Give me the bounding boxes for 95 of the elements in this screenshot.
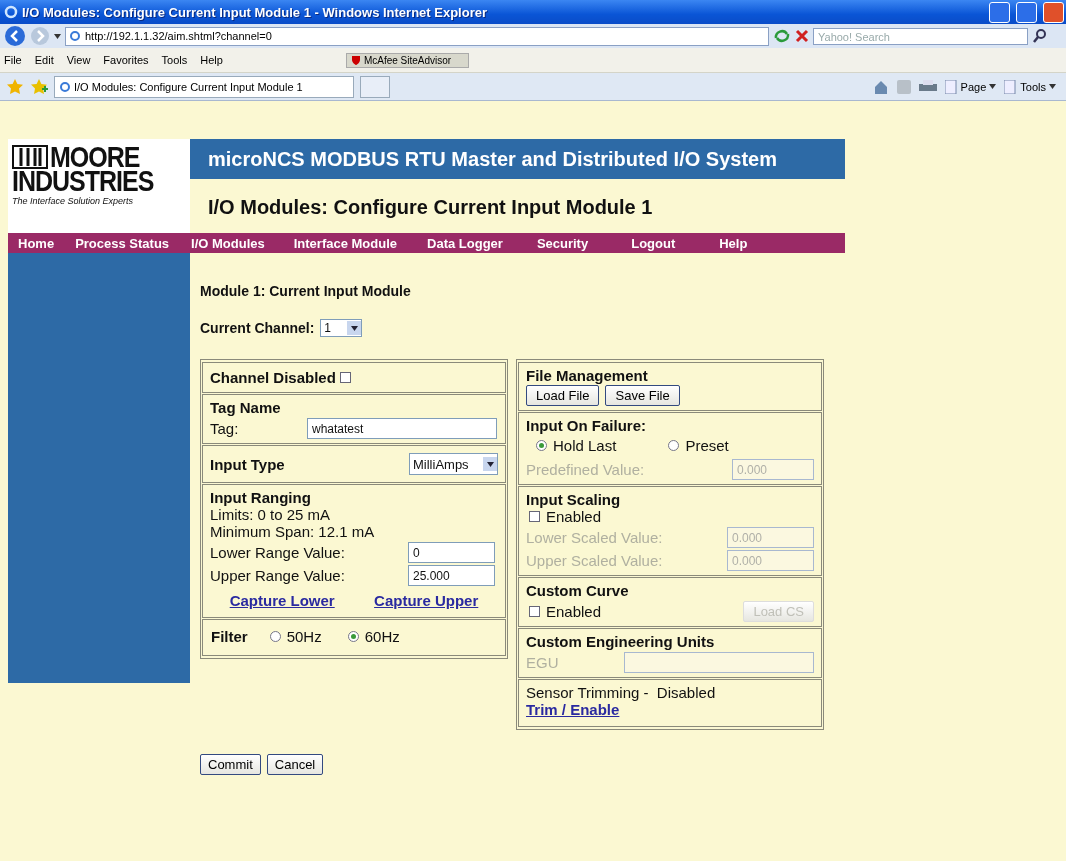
company-logo: MOORE INDUSTRIES The Interface Solution Experts xyxy=(8,139,190,233)
menu-item[interactable]: View xyxy=(66,54,91,66)
menu-item[interactable]: File xyxy=(4,54,22,66)
section-heading: File Management xyxy=(526,367,649,384)
page-title: I/O Modules: Configure Current Input Module 1 xyxy=(207,195,654,219)
window-title: I/O Modules: Configure Current Input Module 1 - Windows Internet Explorer xyxy=(22,4,488,20)
caret-icon xyxy=(989,84,997,89)
field-label: Current Channel: xyxy=(200,320,315,336)
nav-link[interactable]: Process Status xyxy=(75,235,170,251)
range-field[interactable]: 25.000 xyxy=(408,565,495,586)
field-label: Upper Range Value: xyxy=(210,567,346,584)
capture-link[interactable]: Capture Upper xyxy=(374,592,479,609)
checkbox[interactable] xyxy=(529,606,540,617)
nav-link[interactable]: Logout xyxy=(631,235,676,251)
command-button[interactable]: Tools xyxy=(1004,79,1056,94)
field-label: Lower Scaled Value: xyxy=(526,529,663,546)
menu-item[interactable]: Help xyxy=(200,54,223,66)
menu-item[interactable]: Edit xyxy=(34,54,54,66)
radio-button[interactable] xyxy=(536,440,547,451)
print-icon[interactable] xyxy=(918,79,937,94)
favorites-star-icon[interactable] xyxy=(6,77,24,96)
document-icon xyxy=(944,79,958,94)
field-label: Upper Scaled Value: xyxy=(526,552,663,569)
browser-tab[interactable]: I/O Modules: Configure Current Input Module 1 xyxy=(54,75,354,98)
option-label: Preset xyxy=(685,437,729,454)
input-type-dropdown[interactable]: MilliAmps xyxy=(409,453,498,475)
section-heading: Tag Name xyxy=(210,399,282,416)
value-field: 0.000 xyxy=(727,550,814,571)
load-curve-button: Load CS xyxy=(743,601,814,622)
section-heading: Input Ranging xyxy=(210,489,312,506)
option-label: 50Hz xyxy=(286,628,322,645)
address-field[interactable]: http://192.1.1.32/aim.shtml?channel=0 xyxy=(65,26,769,46)
tag-field[interactable]: whatatest xyxy=(307,418,497,439)
radio-button[interactable] xyxy=(347,631,359,642)
nav-link[interactable]: Help xyxy=(719,235,748,251)
field-label: Predefined Value: xyxy=(526,461,645,478)
form-button[interactable]: Commit xyxy=(200,754,261,775)
section-heading: Custom Curve xyxy=(526,582,630,599)
field-label: Lower Range Value: xyxy=(210,544,346,561)
checkbox-label: Enabled xyxy=(546,603,602,620)
radio-button[interactable] xyxy=(668,440,680,451)
minimize-button[interactable] xyxy=(989,1,1010,23)
value-field: 0.000 xyxy=(732,459,814,480)
field-label: Tag: xyxy=(210,420,240,437)
back-button[interactable] xyxy=(4,25,26,47)
maximize-button[interactable] xyxy=(1016,1,1037,23)
menu-item[interactable]: Favorites xyxy=(103,54,149,66)
new-tab-button[interactable] xyxy=(360,75,390,98)
document-icon xyxy=(1004,79,1018,94)
caret-icon xyxy=(1049,84,1056,89)
section-heading: Input Scaling xyxy=(526,491,622,508)
checkbox[interactable] xyxy=(529,511,540,522)
section-heading: Filter xyxy=(211,628,248,645)
option-label: 60Hz xyxy=(364,628,400,645)
range-field[interactable]: 0 xyxy=(408,542,495,563)
home-icon[interactable] xyxy=(872,78,889,95)
caret-icon xyxy=(54,33,61,39)
trim-link[interactable]: Trim / Enable xyxy=(526,701,620,718)
section-heading: Input Type xyxy=(210,455,285,473)
caret-icon xyxy=(350,325,358,331)
nav-link[interactable]: Data Logger xyxy=(427,235,503,251)
header-banner: microNCS MODBUS RTU Master and Distributed I/O System xyxy=(190,139,845,179)
radio-button[interactable] xyxy=(269,631,281,642)
shield-icon xyxy=(350,55,361,65)
span-text: Minimum Span: 12.1 mA xyxy=(210,523,376,540)
status-text: Sensor Trimming - Disabled xyxy=(526,684,717,701)
menu-item[interactable]: Tools xyxy=(161,54,188,66)
browser-logo-icon xyxy=(4,5,18,19)
command-button[interactable]: Page xyxy=(944,79,997,94)
nav-link[interactable]: Home xyxy=(18,235,55,251)
nav-link[interactable]: Security xyxy=(536,235,589,251)
nav-link[interactable]: I/O Modules xyxy=(191,235,265,251)
refresh-icon[interactable] xyxy=(773,28,791,44)
nav-link[interactable]: Interface Module xyxy=(293,235,398,251)
field-label: EGU xyxy=(526,654,559,671)
addon-button[interactable]: McAfee SiteAdvisor xyxy=(345,52,470,68)
section-heading: Channel Disabled xyxy=(210,369,336,386)
checkbox[interactable] xyxy=(339,372,351,383)
channel-dropdown[interactable]: 1 xyxy=(320,319,363,337)
limits-text: Limits: 0 to 25 mA xyxy=(210,506,332,523)
section-heading: Custom Engineering Units xyxy=(526,633,716,650)
section-heading: Input On Failure: xyxy=(526,417,647,434)
file-button[interactable]: Load File xyxy=(526,385,600,406)
caret-icon xyxy=(486,461,494,467)
stop-icon[interactable] xyxy=(795,29,809,43)
add-favorite-icon[interactable] xyxy=(30,77,48,96)
option-label: Hold Last xyxy=(553,437,617,454)
close-button[interactable] xyxy=(1043,1,1064,23)
module-heading: Module 1: Current Input Module xyxy=(200,283,412,299)
capture-link[interactable]: Capture Lower xyxy=(229,592,335,609)
form-button[interactable]: Cancel xyxy=(266,754,324,775)
search-icon[interactable] xyxy=(1032,28,1048,44)
checkbox-label: Enabled xyxy=(546,508,602,525)
value-field: 0.000 xyxy=(727,527,814,548)
file-button[interactable]: Save File xyxy=(605,385,680,406)
